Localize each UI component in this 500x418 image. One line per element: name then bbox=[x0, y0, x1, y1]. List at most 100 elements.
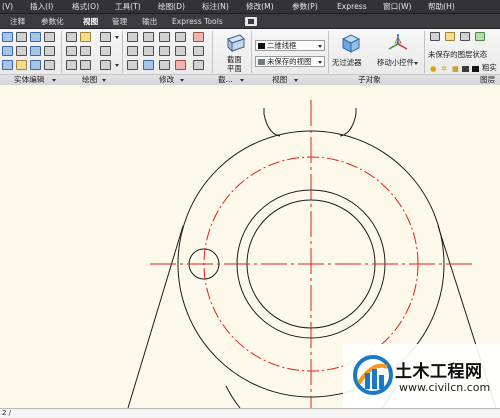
panel-label-bar bbox=[0, 74, 500, 85]
chevron-down-icon[interactable] bbox=[115, 36, 119, 39]
foot-left-edge bbox=[225, 385, 241, 408]
region-icon[interactable] bbox=[80, 32, 91, 42]
check-icon[interactable] bbox=[44, 60, 55, 70]
menu-insert[interactable]: 插入(I) bbox=[30, 0, 53, 14]
stretch-icon[interactable] bbox=[127, 60, 138, 70]
polygon-icon[interactable] bbox=[66, 60, 77, 70]
fillet-icon[interactable] bbox=[193, 46, 204, 56]
section-plane-label[interactable]: 截面平面 bbox=[227, 55, 247, 73]
taper-faces-icon[interactable] bbox=[30, 46, 41, 56]
panel-label-view[interactable]: 视图 bbox=[272, 75, 287, 85]
menu-modify[interactable]: 修改(M) bbox=[246, 0, 274, 14]
ribbon-panel: 截面平面 二维线框 未保存的视图 无过滤器 移动小控件 未保存的图层状态 ● ✲… bbox=[0, 29, 500, 85]
panel-label-solid-edit[interactable]: 实体编辑 bbox=[14, 75, 44, 85]
watermark: 土木工程网 www.civilcn.com bbox=[343, 344, 500, 408]
tab-manage[interactable]: 管理 bbox=[112, 14, 127, 29]
tab-output[interactable]: 输出 bbox=[142, 14, 157, 29]
chevron-down-icon[interactable] bbox=[115, 64, 119, 67]
mirror-3d-icon[interactable] bbox=[143, 32, 154, 42]
lightbulb-icon[interactable]: ● bbox=[430, 64, 436, 74]
named-view-value: 未保存的视图 bbox=[267, 57, 312, 66]
panel-label-section[interactable]: 截... bbox=[218, 75, 233, 85]
panel-label-modify[interactable]: 修改 bbox=[159, 75, 174, 85]
command-line-text: 2 / bbox=[2, 409, 12, 417]
layer-state-icon[interactable] bbox=[445, 32, 455, 41]
ray-icon[interactable] bbox=[100, 46, 111, 56]
arc-icon[interactable] bbox=[100, 32, 111, 42]
menu-tools[interactable]: 工具(T) bbox=[115, 0, 141, 14]
copy-icon[interactable] bbox=[143, 46, 154, 56]
move-gizmo-icon[interactable] bbox=[387, 33, 409, 53]
menu-view[interactable]: (V) bbox=[2, 0, 13, 14]
extract-edges-icon[interactable] bbox=[16, 32, 27, 42]
panel-label-draw[interactable]: 绘图 bbox=[82, 75, 97, 85]
erase-icon[interactable] bbox=[175, 60, 186, 70]
solid-intersect-icon[interactable] bbox=[2, 60, 13, 70]
layer-state-dropdown[interactable]: 未保存的图层状态 bbox=[428, 50, 487, 60]
sun-icon[interactable]: ✲ bbox=[441, 64, 447, 74]
chevron-down-icon bbox=[318, 45, 322, 48]
shell-icon[interactable] bbox=[16, 60, 27, 70]
separate-icon[interactable] bbox=[44, 32, 55, 42]
ribbon-minimize-icon[interactable] bbox=[245, 17, 257, 26]
chevron-down-icon[interactable] bbox=[240, 79, 244, 82]
menu-express[interactable]: Express bbox=[337, 0, 367, 14]
solid-union-icon[interactable] bbox=[2, 32, 13, 42]
layer-match-icon[interactable] bbox=[460, 32, 470, 41]
hatch-icon[interactable] bbox=[143, 60, 154, 70]
offset-icon[interactable] bbox=[193, 60, 204, 70]
menu-format[interactable]: 格式(O) bbox=[72, 0, 99, 14]
layer-properties-icon[interactable] bbox=[430, 32, 440, 41]
align-icon[interactable] bbox=[175, 32, 186, 42]
chevron-down-icon bbox=[318, 61, 322, 64]
visual-style-dropdown[interactable]: 二维线框 bbox=[255, 40, 325, 51]
layer-isolate-icon[interactable] bbox=[475, 32, 485, 41]
layer-color-swatch-icon[interactable] bbox=[462, 66, 469, 72]
watermark-title: 土木工程网 bbox=[395, 362, 483, 382]
extrude-faces-icon[interactable] bbox=[30, 32, 41, 42]
move-icon[interactable] bbox=[127, 46, 138, 56]
visual-style-value: 二维线框 bbox=[267, 41, 297, 50]
chevron-down-icon[interactable] bbox=[102, 79, 106, 82]
spline-icon[interactable] bbox=[66, 46, 77, 56]
chevron-down-icon[interactable] bbox=[52, 79, 56, 82]
tab-parametric[interactable]: 参数化 bbox=[41, 14, 64, 29]
section-plane-icon[interactable] bbox=[225, 33, 247, 53]
polyline-icon[interactable] bbox=[66, 32, 77, 42]
explode-icon[interactable] bbox=[159, 60, 170, 70]
rotate-icon[interactable] bbox=[159, 46, 170, 56]
panel-label-subobject[interactable]: 子对象 bbox=[358, 75, 381, 85]
array-icon[interactable] bbox=[193, 32, 204, 42]
menu-parametric[interactable]: 参数(P) bbox=[292, 0, 318, 14]
no-filter-label[interactable]: 无过滤器 bbox=[332, 58, 362, 68]
panel-label-layers[interactable]: 图层 bbox=[480, 75, 495, 85]
menu-help[interactable]: 帮助(H) bbox=[428, 0, 455, 14]
lock-icon[interactable]: ■ bbox=[452, 64, 459, 74]
scale-icon[interactable] bbox=[175, 46, 186, 56]
circle-icon[interactable] bbox=[100, 60, 111, 70]
watermark-url: www.civilcn.com bbox=[399, 381, 491, 394]
chevron-down-icon[interactable] bbox=[294, 79, 298, 82]
tab-annotate[interactable]: 注释 bbox=[10, 14, 25, 29]
menu-draw[interactable]: 绘图(D) bbox=[158, 0, 185, 14]
tab-view[interactable]: 视图 bbox=[83, 14, 98, 29]
menu-window[interactable]: 窗口(W) bbox=[383, 0, 412, 14]
chevron-down-icon[interactable] bbox=[180, 79, 184, 82]
solid-subtract-icon[interactable] bbox=[2, 46, 13, 56]
clean-icon[interactable] bbox=[44, 46, 55, 56]
offset-faces-icon[interactable] bbox=[30, 60, 41, 70]
imprint-icon[interactable] bbox=[16, 46, 27, 56]
layer-color-swatch-icon[interactable] bbox=[472, 66, 479, 72]
rotate-3d-icon[interactable] bbox=[159, 32, 170, 42]
trim-icon[interactable] bbox=[127, 32, 138, 42]
rectangle-icon[interactable] bbox=[80, 60, 91, 70]
command-line[interactable]: 2 / bbox=[0, 408, 500, 418]
cube-filter-icon[interactable] bbox=[339, 33, 361, 53]
line-icon[interactable] bbox=[80, 46, 91, 56]
chevron-down-icon[interactable] bbox=[414, 62, 418, 65]
layer-name-fragment[interactable]: 粗实 bbox=[482, 63, 497, 73]
tab-express-tools[interactable]: Express Tools bbox=[172, 14, 223, 29]
named-view-dropdown[interactable]: 未保存的视图 bbox=[255, 56, 325, 67]
move-gizmo-label[interactable]: 移动小控件 bbox=[377, 58, 414, 68]
menu-dimension[interactable]: 标注(N) bbox=[202, 0, 229, 14]
